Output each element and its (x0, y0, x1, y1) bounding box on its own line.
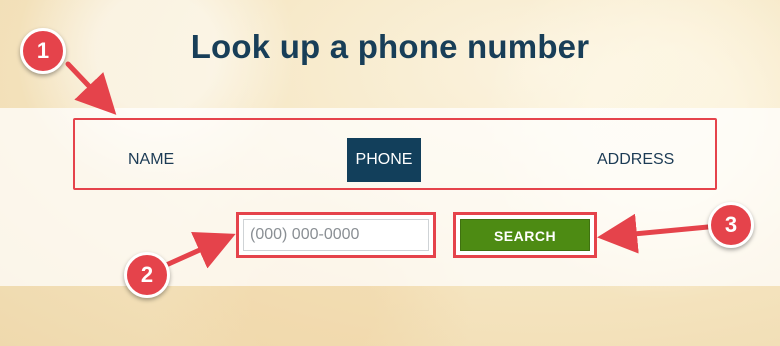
arrow-3 (597, 213, 711, 254)
callout-3: 3 (708, 202, 754, 248)
arrow-2 (161, 231, 236, 269)
callout-2: 2 (124, 252, 170, 298)
callout-1: 1 (20, 28, 66, 74)
arrow-1 (65, 61, 117, 115)
annotation-arrows (65, 61, 711, 269)
